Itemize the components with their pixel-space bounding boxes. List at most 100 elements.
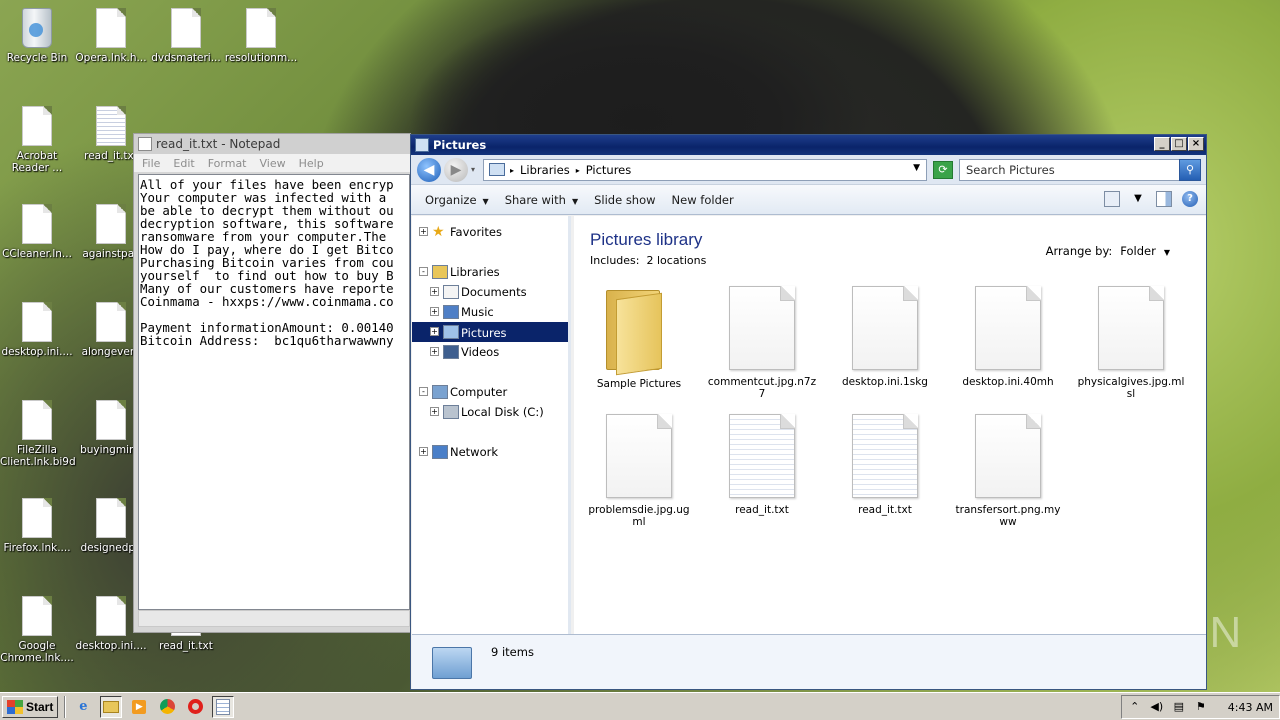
network-icon[interactable]: ▤ — [1172, 700, 1186, 714]
desktop-icon[interactable]: desktop.ini.... — [0, 302, 74, 358]
expand-toggle-icon[interactable]: + — [430, 407, 439, 416]
file-item[interactable]: read_it.txt — [830, 414, 940, 516]
expand-toggle-icon[interactable]: - — [419, 267, 428, 276]
change-view-icon[interactable] — [1104, 191, 1120, 207]
expand-toggle-icon[interactable]: + — [430, 347, 439, 356]
start-button[interactable]: Start — [2, 695, 59, 718]
help-icon[interactable]: ? — [1182, 191, 1198, 207]
desktop-icon[interactable]: Firefox.lnk.... — [0, 498, 74, 554]
nav-item-local-disk-c[interactable]: + Local Disk (C:) — [412, 402, 568, 422]
address-dropdown-icon[interactable]: ▼ — [913, 163, 920, 173]
nav-item-libraries[interactable]: - Libraries — [412, 262, 568, 282]
pictures-icon — [443, 325, 459, 339]
expand-toggle-icon[interactable]: + — [430, 287, 439, 296]
nav-item-documents[interactable]: + Documents — [412, 282, 568, 302]
desktop-icon[interactable]: Google Chrome.lnk.... — [0, 596, 74, 664]
organize-button[interactable]: Organize ▼ — [417, 193, 497, 207]
breadcrumb-chevron-icon[interactable]: ▸ — [576, 166, 580, 175]
expand-toggle-icon[interactable]: + — [430, 307, 439, 316]
close-button[interactable]: × — [1188, 137, 1204, 151]
breadcrumb[interactable]: ▸ Libraries ▸ Pictures ▼ — [483, 159, 927, 181]
notepad-titlebar[interactable]: read_it.txt - Notepad — [134, 134, 410, 154]
chevron-down-icon[interactable]: ▼ — [1164, 248, 1170, 257]
desktop-icon[interactable]: resolutionm... — [224, 8, 298, 64]
desktop-icon[interactable]: CCleaner.ln... — [0, 204, 74, 260]
explorer-titlebar[interactable]: Pictures _ □ × — [411, 135, 1206, 155]
volume-icon[interactable]: ◀) — [1150, 700, 1164, 714]
file-item[interactable]: physicalgives.jpg.mlsl — [1076, 286, 1186, 400]
nav-item-videos[interactable]: + Videos — [412, 342, 568, 362]
back-button[interactable]: ◀ — [417, 157, 441, 182]
breadcrumb-chevron-icon[interactable]: ▸ — [510, 166, 514, 175]
notepad-window[interactable]: read_it.txt - Notepad File Edit Format V… — [133, 133, 411, 633]
menu-edit[interactable]: Edit — [173, 157, 194, 170]
action-center-flag-icon[interactable]: ⚑ — [1194, 700, 1208, 714]
explorer-window[interactable]: Pictures _ □ × ◀ ▶ ▾ ▸ Libraries ▸ Pictu… — [410, 134, 1207, 690]
preview-pane-icon[interactable] — [1156, 191, 1172, 207]
notepad-icon — [138, 137, 152, 151]
expand-toggle-icon[interactable]: + — [430, 327, 439, 336]
notepad-icon[interactable] — [212, 695, 235, 718]
arrange-by-dropdown[interactable]: Folder — [1120, 244, 1156, 258]
desktop-icon[interactable]: Opera.lnk.h... — [74, 8, 148, 64]
text-file-icon — [729, 414, 795, 498]
maximize-button[interactable]: □ — [1171, 137, 1187, 151]
desktop-icon-label: Recycle Bin — [6, 52, 68, 64]
menu-help[interactable]: Help — [299, 157, 324, 170]
nav-item-favorites[interactable]: + ★ Favorites — [412, 222, 568, 242]
explorer-icon[interactable] — [100, 695, 123, 718]
desktop-icon[interactable]: FileZilla Client.lnk.bi9d — [0, 400, 76, 468]
file-item[interactable]: problemsdie.jpg.ugml — [584, 414, 694, 528]
minimize-button[interactable]: _ — [1154, 137, 1170, 151]
notepad-horizontal-scrollbar[interactable] — [138, 610, 410, 627]
view-options-chevron-icon[interactable]: ▼ — [1130, 191, 1146, 207]
nav-item-computer[interactable]: - Computer — [412, 382, 568, 402]
windows-logo-icon — [7, 699, 23, 714]
chrome-icon[interactable] — [156, 696, 178, 718]
menu-file[interactable]: File — [142, 157, 160, 170]
nav-item-network[interactable]: + Network — [412, 442, 568, 462]
folder-item[interactable]: Sample Pictures — [584, 286, 694, 390]
show-hidden-icons-icon[interactable]: ⌃ — [1128, 700, 1142, 714]
desktop-icon-label: desktop.ini.... — [75, 640, 147, 652]
ie-icon[interactable]: e — [72, 696, 94, 718]
includes-locations-link[interactable]: 2 locations — [646, 254, 706, 267]
notepad-text-area[interactable]: All of your files have been encryp Your … — [138, 174, 410, 610]
file-item[interactable]: desktop.ini.1skg — [830, 286, 940, 388]
clock[interactable]: 4:43 AM — [1228, 701, 1273, 714]
file-item[interactable]: desktop.ini.40mh — [953, 286, 1063, 388]
desktop-icon-label: FileZilla Client.lnk.bi9d — [0, 444, 76, 468]
menu-format[interactable]: Format — [208, 157, 247, 170]
share-with-button[interactable]: Share with ▼ — [497, 193, 586, 207]
desktop-icon[interactable]: dvdsmateri... — [149, 8, 223, 64]
file-item[interactable]: transfersort.png.myww — [953, 414, 1063, 528]
file-item[interactable]: commentcut.jpg.n7z7 — [707, 286, 817, 400]
breadcrumb-libraries[interactable]: Libraries — [520, 163, 570, 177]
details-pane: 9 items — [412, 634, 1206, 689]
nav-item-music[interactable]: + Music — [412, 302, 568, 322]
media-player-icon[interactable]: ▶ — [128, 696, 150, 718]
breadcrumb-pictures[interactable]: Pictures — [586, 163, 632, 177]
desktop-icon[interactable]: Recycle Bin — [0, 8, 74, 64]
folder-front-shape — [616, 292, 662, 376]
menu-view[interactable]: View — [260, 157, 286, 170]
desktop-icon[interactable]: Acrobat Reader ... — [0, 106, 74, 174]
opera-icon[interactable] — [184, 696, 206, 718]
slide-show-button[interactable]: Slide show — [586, 193, 663, 207]
search-input[interactable]: Search Pictures ⚲ — [959, 159, 1201, 181]
library-includes[interactable]: Includes: 2 locations — [590, 254, 706, 267]
expand-toggle-icon[interactable]: - — [419, 387, 428, 396]
file-list-pane[interactable]: Pictures library Includes: 2 locations A… — [574, 216, 1206, 634]
nav-item-pictures[interactable]: + Pictures — [412, 322, 568, 342]
forward-button[interactable]: ▶ — [444, 157, 468, 182]
expand-toggle-icon[interactable]: + — [419, 447, 428, 456]
file-item[interactable]: read_it.txt — [707, 414, 817, 516]
refresh-button[interactable]: ⟳ — [933, 161, 953, 179]
recent-pages-chevron-icon[interactable]: ▾ — [471, 165, 475, 174]
explorer-title: Pictures — [433, 138, 487, 152]
search-icon[interactable]: ⚲ — [1179, 159, 1201, 181]
expand-toggle-icon[interactable]: + — [419, 227, 428, 236]
new-folder-button[interactable]: New folder — [664, 193, 742, 207]
nav-item-label: Pictures — [459, 325, 509, 341]
file-icon — [22, 400, 52, 440]
